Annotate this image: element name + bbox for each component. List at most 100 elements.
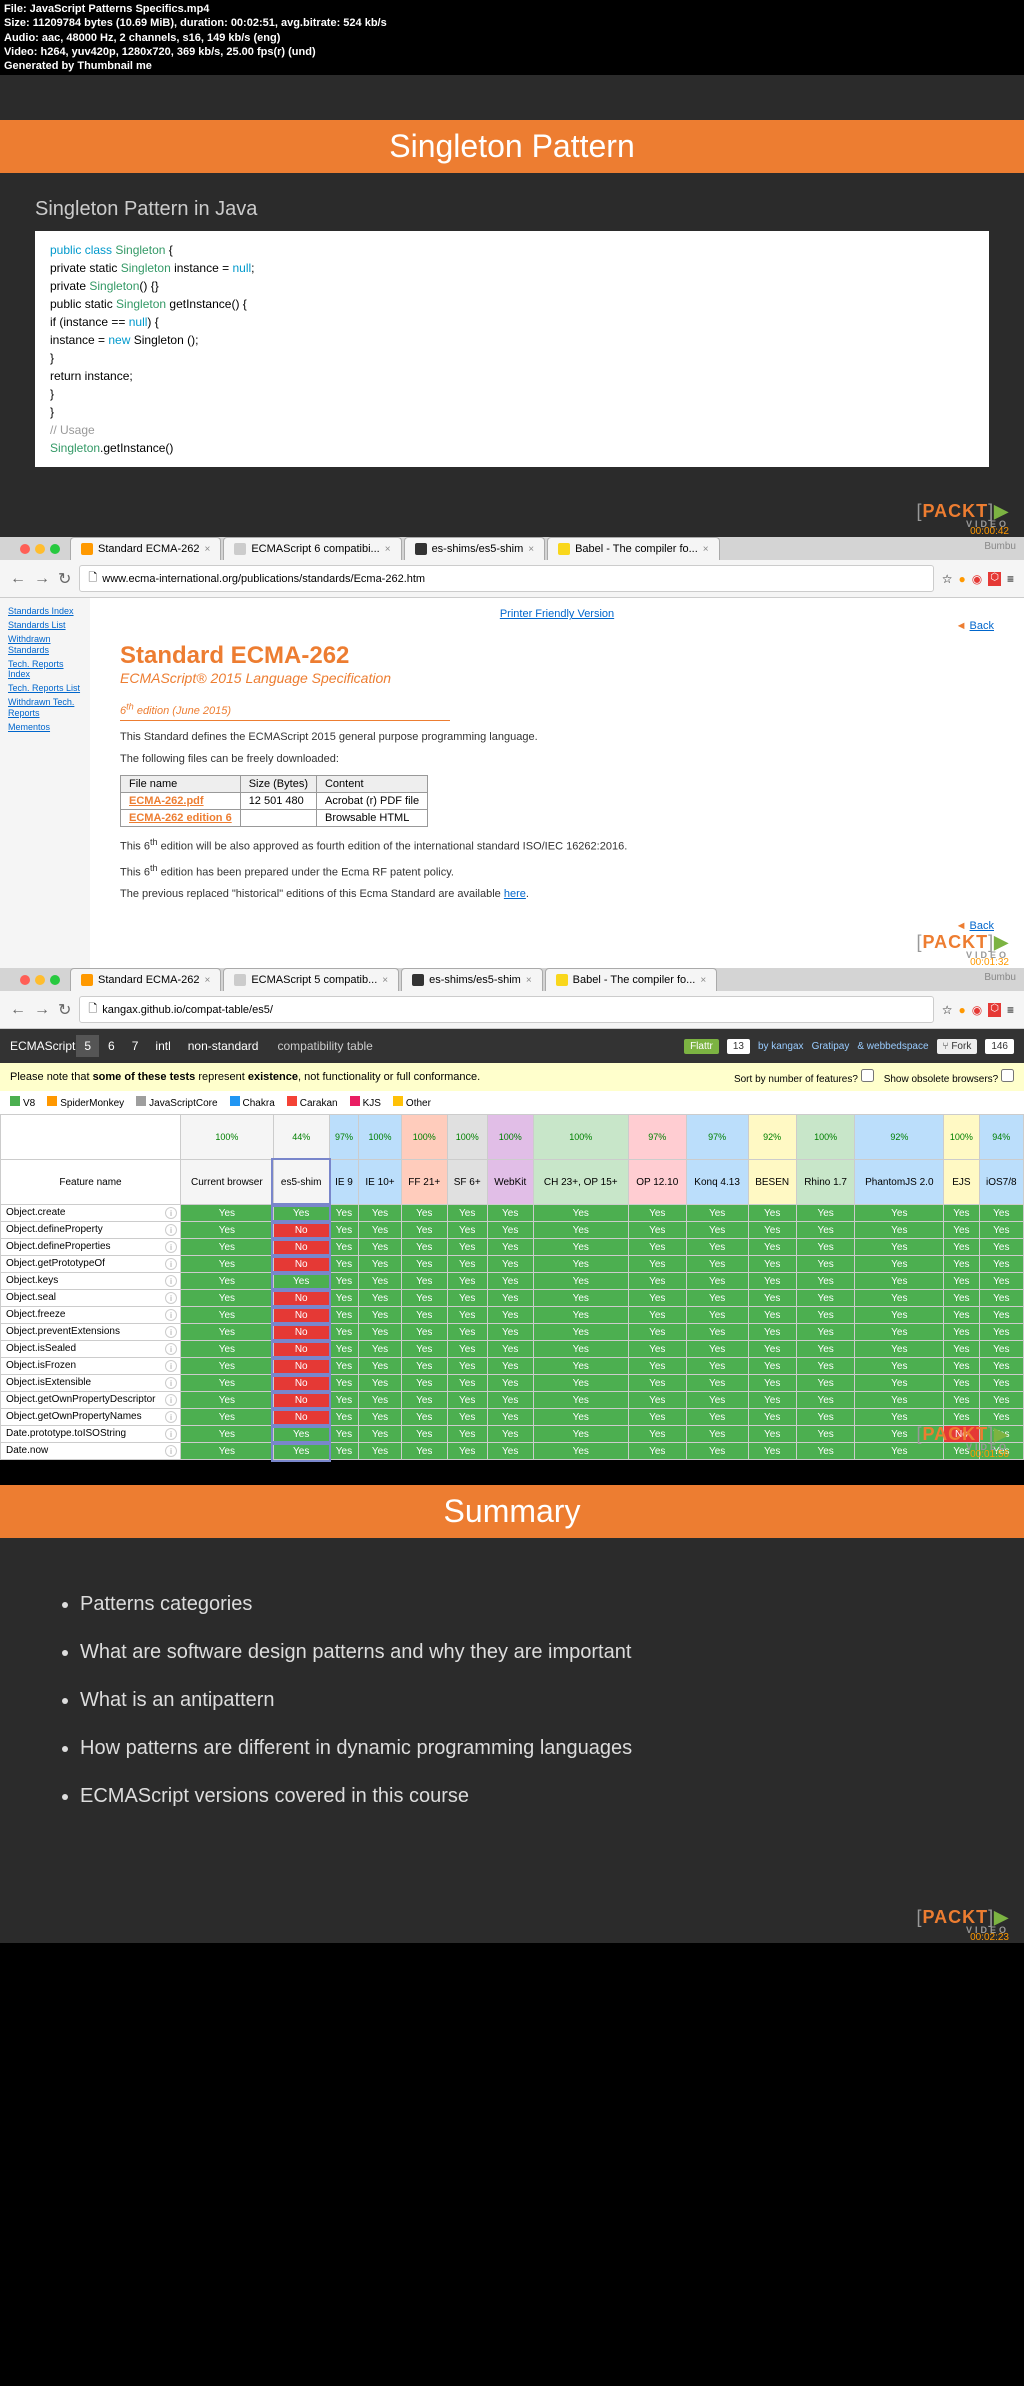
browser-column[interactable]: CH 23+, OP 15+ (533, 1160, 628, 1205)
browser-column[interactable]: es5-shim (273, 1160, 329, 1205)
feature-name[interactable]: Object.definePropertyi (1, 1222, 181, 1239)
edition-label: 6th edition (June 2015) (120, 701, 450, 721)
browser-column[interactable]: IE 9 (329, 1160, 358, 1205)
obsolete-checkbox[interactable]: Show obsolete browsers? (884, 1069, 1014, 1085)
compat-cell: Yes (533, 1392, 628, 1409)
compat-cell: Yes (944, 1239, 979, 1256)
window-controls[interactable] (10, 969, 70, 991)
tab-4[interactable]: Babel - The compiler fo...× (545, 968, 718, 991)
compat-cell: Yes (181, 1290, 274, 1307)
feature-name[interactable]: Object.isFrozeni (1, 1358, 181, 1375)
forward-icon[interactable]: → (34, 1001, 50, 1019)
tab-2[interactable]: ECMAScript 5 compatib...× (223, 968, 399, 991)
back-icon[interactable]: ← (10, 570, 26, 588)
feature-name[interactable]: Object.getPrototypeOfi (1, 1256, 181, 1273)
feature-name[interactable]: Date.nowi (1, 1443, 181, 1460)
sidebar-link[interactable]: Tech. Reports Index (8, 659, 82, 681)
browser-column[interactable]: WebKit (487, 1160, 533, 1205)
download-link[interactable]: ECMA-262.pdf (129, 795, 204, 807)
gratipay-link[interactable]: Gratipay (812, 1041, 850, 1052)
flattr-button[interactable]: Flattr (684, 1039, 719, 1054)
back-icon[interactable]: ← (10, 1001, 26, 1019)
timestamp: 00:00:42 (970, 526, 1009, 537)
printer-link[interactable]: Printer Friendly Version (500, 608, 614, 620)
feature-name[interactable]: Object.definePropertiesi (1, 1239, 181, 1256)
sidebar-link[interactable]: Withdrawn Tech. Reports (8, 697, 82, 719)
compat-cell: Yes (944, 1392, 979, 1409)
timestamp: 00:02:23 (970, 1932, 1009, 1943)
compat-cell: Yes (748, 1409, 796, 1426)
kangax-link[interactable]: by kangax (758, 1041, 804, 1052)
toolbar-icons[interactable]: ☆●◉⬡≡ (942, 1003, 1014, 1017)
compat-cell: Yes (796, 1239, 855, 1256)
browser-column[interactable]: SF 6+ (447, 1160, 487, 1205)
browser-column[interactable]: iOS7/8 (979, 1160, 1023, 1205)
nav-es7[interactable]: 7 (124, 1035, 147, 1057)
fork-button[interactable]: ⑂ Fork (937, 1039, 978, 1054)
nav-nonstd[interactable]: non-standard (180, 1035, 267, 1057)
browser-column[interactable]: Current browser (181, 1160, 274, 1205)
list-item: Patterns categories (80, 1593, 964, 1616)
tab-1[interactable]: Standard ECMA-262× (70, 968, 221, 991)
window-controls[interactable] (10, 538, 70, 560)
browser-column[interactable]: BESEN (748, 1160, 796, 1205)
browser-column[interactable]: OP 12.10 (628, 1160, 686, 1205)
compat-cell: Yes (359, 1341, 402, 1358)
compat-cell: Yes (628, 1205, 686, 1222)
sort-checkbox[interactable]: Sort by number of features? (734, 1069, 874, 1085)
feature-name[interactable]: Object.preventExtensionsi (1, 1324, 181, 1341)
browser-column[interactable]: IE 10+ (359, 1160, 402, 1205)
feature-name[interactable]: Object.seali (1, 1290, 181, 1307)
tab-2[interactable]: ECMAScript 6 compatibi...× (223, 537, 401, 560)
compat-cell: Yes (181, 1307, 274, 1324)
feature-name[interactable]: Object.isSealedi (1, 1341, 181, 1358)
here-link[interactable]: here (504, 888, 526, 900)
browser-column[interactable]: Rhino 1.7 (796, 1160, 855, 1205)
nav-es5[interactable]: 5 (76, 1035, 99, 1057)
nav-es6[interactable]: 6 (100, 1035, 123, 1057)
compat-cell: Yes (273, 1426, 329, 1443)
compat-cell: Yes (628, 1307, 686, 1324)
compat-cell: Yes (401, 1205, 447, 1222)
forward-icon[interactable]: → (34, 570, 50, 588)
browser-column[interactable]: Konq 4.13 (686, 1160, 748, 1205)
compat-cell: Yes (855, 1222, 944, 1239)
feature-name[interactable]: Date.prototype.toISOStringi (1, 1426, 181, 1443)
feature-name[interactable]: Object.keysi (1, 1273, 181, 1290)
tab-4[interactable]: Babel - The compiler fo...× (547, 537, 720, 560)
compat-cell: Yes (686, 1392, 748, 1409)
browser-column[interactable]: FF 21+ (401, 1160, 447, 1205)
table-row: Object.keysiYesYesYesYesYesYesYesYesYesY… (1, 1273, 1024, 1290)
reload-icon[interactable]: ↻ (58, 569, 71, 589)
toolbar-icons[interactable]: ☆●◉⬡≡ (942, 572, 1014, 586)
sidebar-link[interactable]: Standards Index (8, 606, 82, 617)
tab-1[interactable]: Standard ECMA-262× (70, 537, 221, 560)
sidebar-link[interactable]: Mementos (8, 722, 82, 733)
tab-3[interactable]: es-shims/es5-shim× (404, 537, 546, 560)
nav-intl[interactable]: intl (147, 1035, 178, 1057)
sidebar-link[interactable]: Withdrawn Standards (8, 634, 82, 656)
back-link[interactable]: Back (970, 920, 994, 932)
browser-column[interactable]: EJS (944, 1160, 979, 1205)
tab-3[interactable]: es-shims/es5-shim× (401, 968, 543, 991)
feature-name[interactable]: Object.freezei (1, 1307, 181, 1324)
webbed-link[interactable]: & webbedspace (857, 1041, 928, 1052)
compat-cell: Yes (628, 1409, 686, 1426)
download-link[interactable]: ECMA-262 edition 6 (129, 812, 232, 824)
compat-cell: No (273, 1409, 329, 1426)
feature-name[interactable]: Object.getOwnPropertyDescriptori (1, 1392, 181, 1409)
back-link[interactable]: Back (970, 620, 994, 632)
compat-cell: Yes (181, 1256, 274, 1273)
compat-cell: Yes (796, 1205, 855, 1222)
url-input[interactable]: 🗋kangax.github.io/compat-table/es5/ (79, 996, 933, 1023)
reload-icon[interactable]: ↻ (58, 1000, 71, 1020)
browser-column[interactable]: PhantomJS 2.0 (855, 1160, 944, 1205)
url-input[interactable]: 🗋www.ecma-international.org/publications… (79, 565, 933, 592)
sidebar-link[interactable]: Tech. Reports List (8, 683, 82, 694)
feature-name[interactable]: Object.createi (1, 1205, 181, 1222)
feature-name[interactable]: Object.isExtensiblei (1, 1375, 181, 1392)
sidebar-link[interactable]: Standards List (8, 620, 82, 631)
compat-cell: Yes (748, 1392, 796, 1409)
feature-name[interactable]: Object.getOwnPropertyNamesi (1, 1409, 181, 1426)
compat-cell: Yes (855, 1239, 944, 1256)
